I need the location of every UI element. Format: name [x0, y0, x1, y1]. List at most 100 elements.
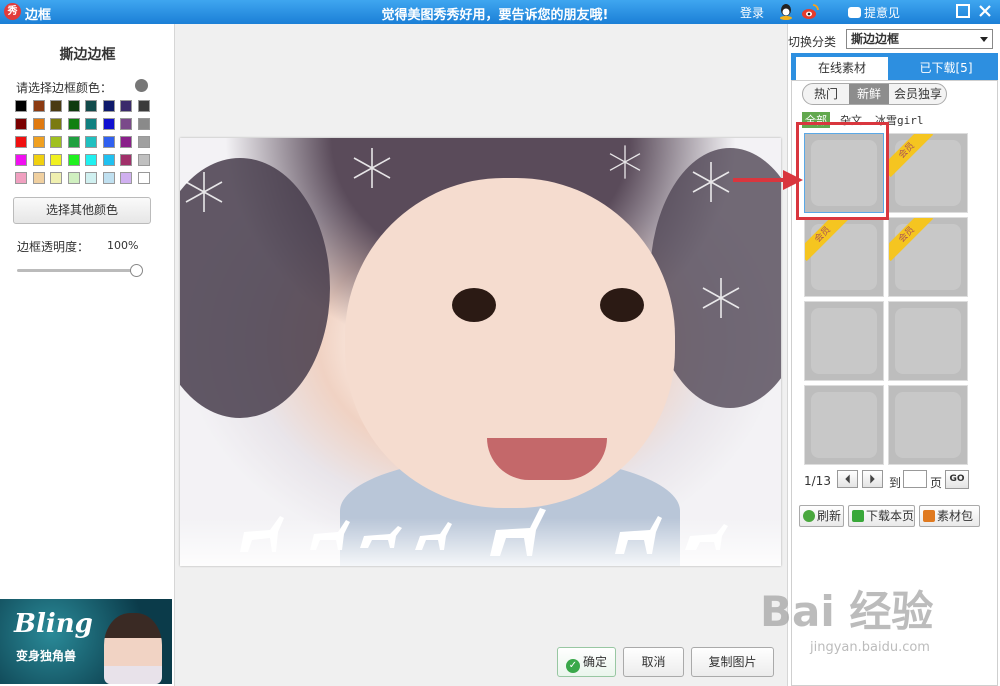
feedback-link[interactable]: 提意见	[848, 4, 900, 21]
color-swatch[interactable]	[50, 154, 62, 166]
color-swatch[interactable]	[137, 172, 150, 184]
color-swatch[interactable]	[67, 100, 80, 112]
confirm-button[interactable]: ✓ 确定	[557, 647, 616, 677]
color-swatch[interactable]	[50, 136, 62, 148]
subtab-vip-only[interactable]: 会员独享	[889, 84, 946, 104]
red-arrow-icon	[733, 170, 803, 190]
subtab-hot[interactable]: 热门	[803, 84, 849, 104]
chat-icon	[848, 7, 861, 18]
color-swatch[interactable]	[120, 172, 132, 184]
color-swatch[interactable]	[50, 172, 62, 184]
material-thumbnail[interactable]: 会员	[888, 217, 968, 297]
material-thumbnail[interactable]: 会员	[804, 217, 884, 297]
preview-photo	[180, 138, 781, 566]
opacity-slider-track[interactable]	[17, 269, 135, 272]
material-thumbnail[interactable]: 会员	[888, 133, 968, 213]
page-indicator: 1/13	[804, 474, 831, 488]
color-swatch[interactable]	[15, 100, 27, 112]
border-color-label: 请选择边框颜色：	[16, 81, 113, 95]
panel-title: 撕边边框	[59, 47, 116, 63]
download-icon	[852, 510, 864, 522]
color-swatch[interactable]	[120, 136, 132, 148]
refresh-icon	[803, 510, 815, 522]
material-thumbnail[interactable]	[888, 301, 968, 381]
color-swatch[interactable]	[15, 136, 27, 148]
confirm-label: 确定	[582, 655, 607, 669]
material-thumbnail[interactable]	[888, 385, 968, 465]
material-thumbnail[interactable]	[804, 385, 884, 465]
snowflake-icon	[185, 172, 223, 212]
material-pack-button[interactable]: 素材包	[919, 505, 980, 527]
material-thumbnail[interactable]	[804, 301, 884, 381]
color-swatch[interactable]	[67, 172, 80, 184]
color-swatch[interactable]	[85, 136, 97, 148]
category-select[interactable]: 撕边边框	[846, 29, 993, 49]
color-swatch[interactable]	[32, 118, 45, 130]
color-swatch[interactable]	[32, 172, 45, 184]
left-panel: 撕边边框 请选择边框颜色： 选择其他颜色 边框透明度： 100% Bling 变…	[0, 24, 175, 686]
cancel-button[interactable]: 取消	[623, 647, 684, 677]
color-swatch[interactable]	[32, 100, 45, 112]
color-swatch[interactable]	[15, 154, 27, 166]
goto-label: 到	[889, 476, 902, 490]
thumbnail-preview	[895, 392, 961, 458]
tab-downloaded[interactable]: 已下载[5]	[896, 57, 996, 80]
close-icon[interactable]	[978, 4, 992, 18]
maximize-icon[interactable]	[956, 4, 970, 18]
prev-page-button[interactable]	[837, 470, 858, 488]
color-swatch[interactable]	[120, 154, 132, 166]
color-swatch[interactable]	[120, 100, 132, 112]
ad-banner[interactable]: Bling 变身独角兽	[0, 599, 172, 684]
color-swatch[interactable]	[50, 100, 62, 112]
color-swatch[interactable]	[102, 118, 115, 130]
page-label: 页	[930, 476, 943, 490]
color-swatch[interactable]	[85, 172, 97, 184]
download-label: 下载本页	[866, 509, 915, 523]
color-swatch[interactable]	[102, 136, 115, 148]
qq-icon[interactable]	[778, 3, 794, 20]
subtab-new[interactable]: 新鲜	[849, 84, 889, 104]
sort-subtabs: 热门 新鲜 会员独享	[802, 83, 947, 105]
other-color-button[interactable]: 选择其他颜色	[13, 197, 151, 224]
color-swatch[interactable]	[32, 154, 45, 166]
login-link[interactable]: 登录	[740, 4, 764, 21]
color-swatch[interactable]	[85, 118, 97, 130]
page-number-input[interactable]	[903, 470, 927, 488]
watermark-logo: Bai 经验	[760, 587, 934, 636]
photo-eye-left	[452, 288, 496, 322]
color-swatch[interactable]	[137, 136, 150, 148]
snowflake-icon	[609, 145, 641, 179]
color-swatch[interactable]	[32, 136, 45, 148]
color-swatch[interactable]	[67, 118, 80, 130]
color-swatch[interactable]	[102, 154, 115, 166]
color-swatch[interactable]	[102, 100, 115, 112]
color-swatch[interactable]	[50, 118, 62, 130]
color-swatch[interactable]	[15, 118, 27, 130]
slogan-text: 觉得美图秀秀好用，要告诉您的朋友哦!	[381, 8, 609, 23]
opacity-slider-thumb[interactable]	[130, 264, 143, 277]
chevron-down-icon	[980, 37, 988, 42]
color-swatch[interactable]	[137, 118, 150, 130]
color-swatch[interactable]	[137, 154, 150, 166]
watermark: Bai 经验 jingyan.baidu.com	[760, 578, 1000, 686]
thumbnail-preview	[811, 392, 877, 458]
category-label: 切换分类	[788, 35, 837, 49]
weibo-icon[interactable]	[801, 3, 819, 20]
color-swatch[interactable]	[67, 136, 80, 148]
color-swatch[interactable]	[15, 172, 27, 184]
reset-color-icon[interactable]	[135, 79, 148, 92]
tab-online-materials[interactable]: 在线素材	[796, 57, 888, 80]
snowflake-icon	[692, 162, 730, 202]
next-page-button[interactable]	[862, 470, 883, 488]
color-swatch[interactable]	[67, 154, 80, 166]
color-swatch[interactable]	[85, 154, 97, 166]
download-page-button[interactable]: 下载本页	[848, 505, 915, 527]
color-swatch[interactable]	[137, 100, 150, 112]
color-swatch[interactable]	[85, 100, 97, 112]
refresh-button[interactable]: 刷新	[799, 505, 844, 527]
go-button[interactable]: GO	[945, 470, 969, 489]
color-swatch[interactable]	[102, 172, 115, 184]
deer-silhouettes	[240, 508, 728, 556]
color-swatch[interactable]	[120, 118, 132, 130]
refresh-label: 刷新	[817, 509, 842, 523]
